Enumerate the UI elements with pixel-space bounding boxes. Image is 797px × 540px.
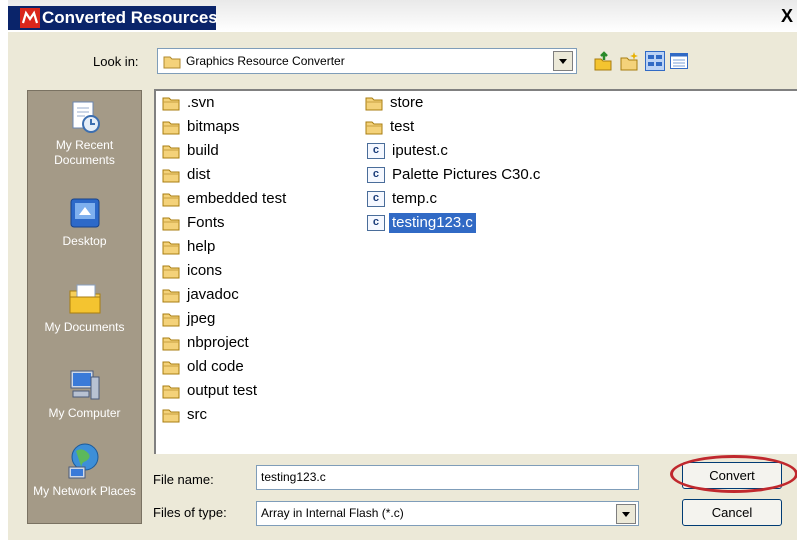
item-label: help — [187, 238, 216, 255]
item-label: jpeg — [187, 310, 216, 327]
place-label: My Documents — [44, 320, 125, 334]
folder-icon — [162, 361, 180, 375]
item-label: icons — [187, 262, 223, 279]
look-in-dropdown-button[interactable] — [553, 51, 573, 71]
place-desktop[interactable]: Desktop — [28, 195, 141, 249]
file-list[interactable]: .svn bitmaps build dist embedded test Fonts he… — [154, 89, 797, 454]
folder-icon — [162, 169, 180, 183]
cancel-button[interactable]: Cancel — [682, 499, 782, 526]
places-bar: My Recent Documents Desktop My Documents… — [27, 90, 142, 524]
folder-icon — [162, 193, 180, 207]
close-icon[interactable]: X — [781, 5, 795, 27]
place-my-documents[interactable]: My Documents — [28, 281, 141, 335]
look-in-value: Graphics Resource Converter — [186, 54, 345, 68]
up-folder-icon[interactable] — [593, 51, 613, 71]
c-file-icon: c — [367, 191, 385, 207]
folder-icon — [162, 289, 180, 303]
item-label: embedded test — [187, 190, 287, 207]
folder-icon — [365, 97, 383, 111]
item-label: store — [390, 94, 424, 111]
c-file-icon: c — [367, 167, 385, 183]
item-label: temp.c — [392, 190, 438, 207]
item-label: Fonts — [187, 214, 225, 231]
c-file-icon: c — [367, 215, 385, 231]
item-label: testing123.c — [388, 212, 477, 234]
network-places-icon — [68, 443, 98, 479]
place-my-network-places[interactable]: My Network Places — [28, 441, 141, 499]
folder-icon — [163, 56, 181, 69]
folder-icon — [162, 241, 180, 255]
item-label: javadoc — [187, 286, 239, 303]
item-label: old code — [187, 358, 244, 375]
item-label: Palette Pictures C30.c — [392, 166, 541, 183]
place-my-computer[interactable]: My Computer — [28, 367, 141, 421]
place-label: My Recent Documents — [54, 138, 115, 167]
c-file-icon: c — [367, 143, 385, 159]
item-label: build — [187, 142, 219, 159]
folder-icon — [162, 97, 180, 111]
folder-icon — [162, 385, 180, 399]
folder-icon — [162, 313, 180, 327]
file-name-label: File name: — [153, 472, 214, 487]
look-in-label: Look in: — [93, 54, 139, 69]
file-type-select[interactable]: Array in Internal Flash (*.c) — [256, 501, 639, 526]
item-label: dist — [187, 166, 211, 183]
item-label: src — [187, 406, 207, 423]
file-type-dropdown-button[interactable] — [616, 504, 636, 524]
place-label: My Computer — [48, 406, 121, 420]
folder-icon — [162, 409, 180, 423]
annotation-ring — [670, 455, 797, 493]
look-in-combo[interactable]: Graphics Resource Converter — [157, 48, 577, 74]
item-label: .svn — [187, 94, 215, 111]
file-name-input[interactable]: testing123.c — [256, 465, 639, 490]
details-view-icon[interactable] — [669, 51, 689, 71]
item-label: test — [390, 118, 415, 135]
item-label: iputest.c — [392, 142, 448, 159]
desktop-icon — [70, 198, 99, 228]
new-folder-icon[interactable] — [619, 51, 639, 71]
recent-documents-icon — [72, 101, 100, 133]
window-title: Converted Resources — [42, 8, 218, 27]
item-label: bitmaps — [187, 118, 240, 135]
place-label: My Network Places — [33, 484, 136, 498]
folder-icon — [162, 337, 180, 351]
title-bar: Converted Resources X — [8, 0, 797, 32]
folder-icon — [365, 121, 383, 135]
folder-icon — [162, 121, 180, 135]
place-label: Desktop — [62, 234, 107, 248]
place-my-recent-documents[interactable]: My Recent Documents — [28, 99, 141, 168]
my-documents-icon — [69, 284, 100, 314]
item-label: output test — [187, 382, 258, 399]
item-label: nbproject — [187, 334, 249, 351]
folder-icon — [162, 217, 180, 231]
folder-icon — [162, 145, 180, 159]
folder-icon — [162, 265, 180, 279]
my-computer-icon — [70, 370, 99, 400]
file-type-label: Files of type: — [153, 505, 227, 520]
list-view-icon[interactable] — [645, 51, 665, 71]
app-logo-icon — [20, 8, 40, 28]
